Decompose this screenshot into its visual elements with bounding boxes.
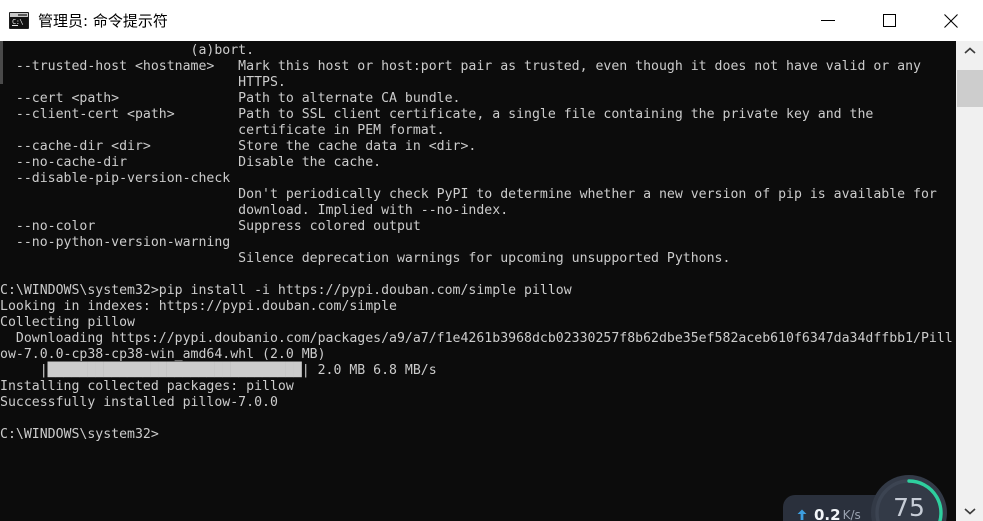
vertical-scrollbar[interactable] <box>955 41 983 521</box>
terminal-line: download. Implied with --no-index. <box>0 203 509 218</box>
scrollbar-track[interactable] <box>956 61 983 501</box>
terminal-line: --cache-dir <dir> Store the cache data i… <box>0 139 477 154</box>
terminal-line: |████████████████████████████████| 2.0 M… <box>0 363 437 378</box>
terminal-line: --trusted-host <hostname> Mark this host… <box>0 59 921 74</box>
close-button[interactable] <box>928 0 974 41</box>
terminal-line: Don't periodically check PyPI to determi… <box>0 187 937 202</box>
terminal-line: certificate in PEM format. <box>0 123 445 138</box>
maximize-button[interactable] <box>866 0 912 41</box>
cmd-console-icon: C:\ <box>9 12 29 29</box>
window-title: 管理员: 命令提示符 <box>38 12 168 30</box>
terminal-line: (a)bort. <box>0 43 255 58</box>
terminal-line: Successfully installed pillow-7.0.0 <box>0 395 278 410</box>
terminal-line: C:\WINDOWS\system32> <box>0 427 159 442</box>
terminal-line: Silence deprecation warnings for upcomin… <box>0 251 731 266</box>
close-icon <box>944 13 958 28</box>
terminal-line: Looking in indexes: https://pypi.douban.… <box>0 299 397 314</box>
scrollbar-thumb[interactable] <box>957 70 983 107</box>
terminal-line: Collecting pillow <box>0 315 135 330</box>
window-controls <box>805 0 983 41</box>
terminal-line: --disable-pip-version-check <box>0 171 231 186</box>
terminal-line: --cert <path> Path to alternate CA bundl… <box>0 91 461 106</box>
terminal-line: C:\WINDOWS\system32>pip install -i https… <box>0 283 572 298</box>
scroll-down-button[interactable] <box>956 501 983 521</box>
terminal-line: HTTPS. <box>0 75 286 90</box>
icon-cursor <box>12 25 18 26</box>
maximize-icon <box>882 14 896 27</box>
scroll-up-button[interactable] <box>956 41 983 61</box>
terminal-line: --client-cert <path> Path to SSL client … <box>0 107 874 122</box>
terminal-line: --no-python-version-warning <box>0 235 231 250</box>
terminal-output-area[interactable]: (a)bort. --trusted-host <hostname> Mark … <box>0 41 955 521</box>
terminal-line: Downloading https://pypi.doubanio.com/pa… <box>0 331 953 346</box>
minimize-icon <box>821 19 835 21</box>
terminal-line: --no-color Suppress colored output <box>0 219 421 234</box>
minimize-button[interactable] <box>805 0 851 41</box>
chevron-down-icon <box>963 508 976 515</box>
terminal-text: (a)bort. --trusted-host <hostname> Mark … <box>0 43 955 443</box>
title-bar-left: C:\ 管理员: 命令提示符 <box>0 10 805 31</box>
command-prompt-window: C:\ 管理员: 命令提示符 (a)bort. --trusted-host <… <box>0 0 983 521</box>
terminal-line: Installing collected packages: pillow <box>0 379 294 394</box>
title-bar[interactable]: C:\ 管理员: 命令提示符 <box>0 0 983 41</box>
terminal-line: ow-7.0.0-cp38-cp38-win_amd64.whl (2.0 MB… <box>0 347 326 362</box>
chevron-up-icon <box>963 47 976 54</box>
terminal-line: --no-cache-dir Disable the cache. <box>0 155 382 170</box>
